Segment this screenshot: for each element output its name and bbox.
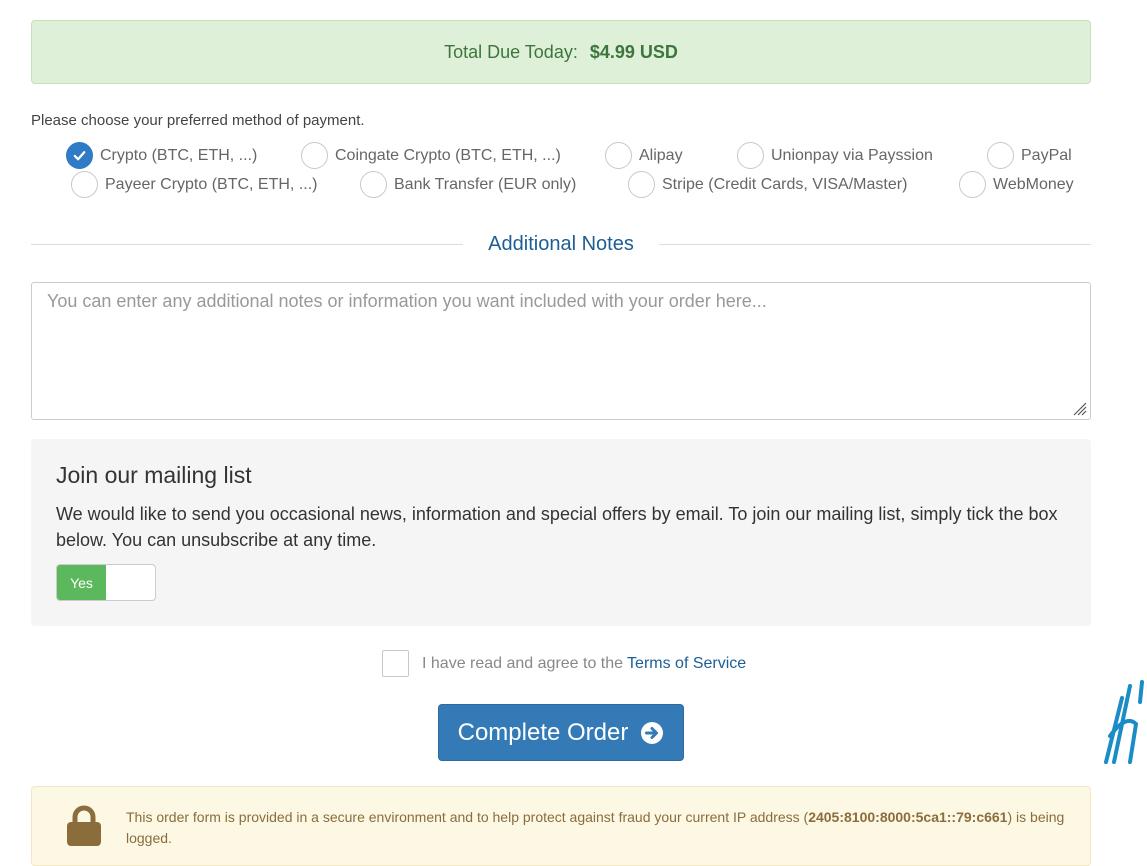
terms-checkbox[interactable] [382,650,409,677]
payment-option-webmoney[interactable]: WebMoney [959,171,1074,198]
mailing-list-title: Join our mailing list [56,462,252,488]
payment-option-label: Coingate Crypto (BTC, ETH, ...) [335,146,561,164]
payment-method-prompt: Please choose your preferred method of p… [31,112,365,129]
payment-method-row: Crypto (BTC, ETH, ...) Coingate Crypto (… [31,142,1091,171]
payment-option-alipay[interactable]: Alipay [605,142,683,169]
radio-icon[interactable] [605,142,632,169]
mailing-list-toggle[interactable]: Yes [56,564,156,601]
additional-notes-textarea[interactable] [32,283,1090,419]
radio-icon[interactable] [301,142,328,169]
payment-option-label: Unionpay via Payssion [771,146,933,164]
payment-option-label: Stripe (Credit Cards, VISA/Master) [662,175,908,193]
payment-option-paypal[interactable]: PayPal [987,142,1072,169]
notes-textarea-wrapper [31,282,1091,420]
ip-address: 2405:8100:8000:5ca1::79:c661 [808,809,1008,825]
additional-notes-header: Additional Notes [31,233,1091,257]
payment-option-label: Alipay [639,146,683,164]
secure-environment-notice: This order form is provided in a secure … [31,786,1091,866]
total-due-amount: $4.99 USD [589,41,678,62]
complete-order-button[interactable]: Complete Order [438,704,684,761]
arrow-circle-right-icon [641,721,664,744]
radio-icon[interactable] [737,142,764,169]
divider-line [659,244,1091,245]
complete-order-label: Complete Order [457,718,629,746]
total-due-label: Total Due Today: [444,41,578,62]
radio-icon[interactable] [628,171,655,198]
payment-option-label: PayPal [1021,146,1072,164]
order-form: Total Due Today: $4.99 USD Please choose… [31,20,1091,866]
mailing-list-description: We would like to send you occasional new… [56,504,1058,550]
payment-option-bank-transfer[interactable]: Bank Transfer (EUR only) [360,171,576,198]
total-due-banner: Total Due Today: $4.99 USD [31,20,1091,84]
terms-text: I have read and agree to the [422,654,624,672]
payment-option-label: WebMoney [993,175,1074,193]
payment-method-row: Payeer Crypto (BTC, ETH, ...) Bank Trans… [31,171,1091,200]
radio-icon[interactable] [987,142,1014,169]
lock-icon [67,805,101,846]
payment-option-coingate[interactable]: Coingate Crypto (BTC, ETH, ...) [301,142,561,169]
mailing-list-panel: Join our mailing list We would like to s… [31,439,1091,626]
payment-option-unionpay[interactable]: Unionpay via Payssion [737,142,933,169]
payment-option-label: Crypto (BTC, ETH, ...) [100,146,258,164]
terms-of-service-link[interactable]: Terms of Service [627,655,746,673]
payment-option-label: Bank Transfer (EUR only) [394,175,577,193]
resize-grip-icon[interactable] [1071,400,1087,416]
payment-option-payeer[interactable]: Payeer Crypto (BTC, ETH, ...) [71,171,317,198]
radio-icon[interactable] [959,171,986,198]
radio-checked-icon[interactable] [66,142,93,169]
toggle-on-label: Yes [57,565,106,600]
radio-icon[interactable] [360,171,387,198]
radio-icon[interactable] [71,171,98,198]
secure-notice-text: This order form is provided in a secure … [126,807,1071,849]
payment-option-stripe[interactable]: Stripe (Credit Cards, VISA/Master) [628,171,907,198]
brand-logo-icon [1104,680,1144,764]
payment-option-label: Payeer Crypto (BTC, ETH, ...) [105,175,318,193]
payment-option-crypto[interactable]: Crypto (BTC, ETH, ...) [66,142,257,169]
terms-agreement: I have read and agree to the Terms of Se… [382,650,746,677]
secure-text-before: This order form is provided in a secure … [126,809,809,825]
